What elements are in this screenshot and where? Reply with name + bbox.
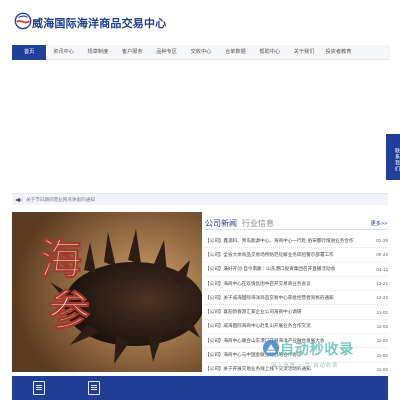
nav-item[interactable]: 规章制度 [81, 45, 115, 60]
news-row[interactable]: 【公司】鑫浦科、青岛能源中心、海商中心一行赴·俗宋都行增进业务合作 01-26 [205, 234, 388, 249]
news-date: 09-22 [376, 252, 388, 258]
banner-image: 海 参 [12, 212, 202, 372]
tab-company-news[interactable]: 公司新闻 [205, 218, 237, 229]
document-icon[interactable] [33, 381, 45, 395]
nav-home[interactable]: 首页 [12, 45, 47, 60]
nav-item[interactable]: 资讯中心 [46, 45, 80, 60]
news-row[interactable]: 【公司】海商中心在欢快氛围中召开交易商业务会议 12-21 [205, 277, 388, 292]
main-navigation: 首页 资讯中心 规章制度 客户服务 品种专区 交收中心 合单数据 帮助中心 关于我们 投资者教育 [12, 45, 390, 60]
news-title[interactable]: 【公司】满好开创·自今南路｜山东港口投资集团召开直播活动会 [205, 266, 374, 272]
watermark-subtitle: 网上信誉·一次·自动收录 [271, 363, 339, 369]
news-date: 12-22 [376, 295, 388, 301]
contact-side-tab-label: 联系我们 [394, 147, 400, 172]
news-title[interactable]: 【公司】威海国际海商中心赴乳山开展业务合作交流 [205, 323, 374, 329]
tab-industry-info[interactable]: 行业信息 [242, 218, 274, 229]
news-title[interactable]: 【公司】鑫浦科、青岛能源中心、海商中心一行赴·俗宋都行增进业务合作 [205, 238, 374, 244]
nav-item[interactable]: 交收中心 [184, 45, 218, 60]
site-title[interactable]: 威海国际海洋商品交易中心 [32, 15, 166, 31]
news-title[interactable]: 【公司】关于威海国际海洋商品交易中心获批经营者资格的通知 [205, 295, 374, 301]
news-date: 04-12 [376, 266, 388, 272]
contact-side-tab[interactable]: 联系我们 [386, 134, 400, 180]
watermark-title: 自动秒收录 [280, 341, 354, 357]
notice-bar: 关于节日期间营业网点休假的通知 [12, 193, 388, 205]
watermark-overlay: 自动秒收录 网上信誉·一次·自动收录 [262, 337, 388, 379]
site-header: 威海国际海洋商品交易中心 [0, 0, 400, 44]
nav-item[interactable]: 关于我们 [287, 45, 321, 60]
news-title[interactable]: 【公司】海商中心在欢快氛围中召开交易商业务会议 [205, 281, 374, 287]
news-title[interactable]: 【公司】喜迎新春游汇家企业公司海商中心调研 [205, 309, 374, 315]
nav-item[interactable]: 品种专区 [149, 45, 183, 60]
news-date: 11-02 [376, 323, 388, 329]
news-row[interactable]: 【公司】威海国际海商中心赴乳山开展业务合作交流 11-02 [205, 320, 388, 335]
nav-item[interactable]: 合单数据 [218, 45, 252, 60]
news-row[interactable]: 【公司】全省大体商品交易场所防范化解业务风险警示部署工作 09-22 [205, 248, 388, 263]
news-row[interactable]: 【公司】满好开创·自今南路｜山东港口投资集团召开直播活动会 04-12 [205, 263, 388, 277]
nav-item[interactable]: 投资者教育 [321, 45, 355, 60]
news-row[interactable]: 【公司】喜迎新春游汇家企业公司海商中心调研 11-02 [205, 305, 388, 320]
news-date: 11-02 [376, 309, 388, 315]
nav-item[interactable]: 帮助中心 [253, 45, 287, 60]
news-tabs: 公司新闻 行业信息 更多>> [205, 214, 388, 230]
edit-note-icon[interactable] [88, 381, 100, 395]
service-bar [12, 376, 388, 400]
nav-item[interactable]: 客户服务 [115, 45, 149, 60]
more-link[interactable]: 更多>> [371, 220, 387, 227]
sea-cucumber-banner[interactable]: 海 参 [12, 212, 202, 372]
news-title[interactable]: 【公司】全省大体商品交易场所防范化解业务风险警示部署工作 [205, 252, 374, 258]
news-date: 12-21 [376, 281, 388, 287]
banner-character-1: 海 [40, 235, 82, 284]
notice-link[interactable]: 关于节日期间营业网点休假的通知 [26, 197, 95, 203]
arrow-logo [262, 339, 280, 357]
banner-character-2: 参 [48, 286, 90, 335]
news-row[interactable]: 【公司】关于威海国际海洋商品交易中心获批经营者资格的通知 12-22 [205, 291, 388, 306]
logo-icon[interactable] [14, 12, 32, 30]
news-date: 01-26 [376, 238, 388, 244]
speaker-icon [15, 197, 22, 203]
